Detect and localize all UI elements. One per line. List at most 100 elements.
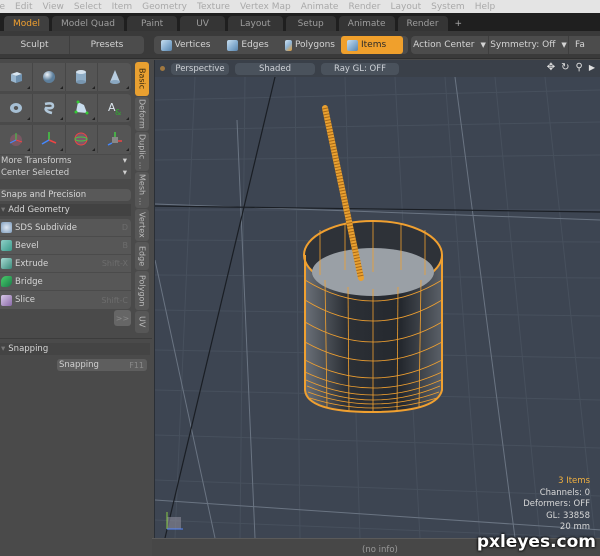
tab-render[interactable]: Render: [397, 16, 448, 31]
presets-button[interactable]: Presets: [70, 36, 144, 54]
menu-file[interactable]: le: [0, 2, 5, 12]
items-label: Items: [361, 40, 387, 50]
menu-render[interactable]: Render: [348, 2, 380, 12]
vtab-polygon[interactable]: Polygon: [135, 270, 149, 311]
vertices-label: Vertices: [174, 40, 211, 50]
transform-row: [0, 125, 131, 154]
viewport-options-dot[interactable]: [160, 66, 165, 71]
torus-tool[interactable]: [0, 94, 33, 122]
pen-tool[interactable]: [66, 94, 99, 122]
shortcut-key: Shift-C: [101, 295, 128, 305]
polygons-icon: [285, 39, 292, 51]
symmetry-dropdown[interactable]: Symmetry: Off ▼: [489, 36, 569, 54]
sphere-tool[interactable]: [33, 63, 66, 91]
snapping-label: Snapping: [59, 360, 99, 370]
cube-icon: [10, 72, 22, 83]
rotate-icon[interactable]: ↻: [561, 62, 569, 74]
bridge-button[interactable]: Bridge: [0, 273, 131, 291]
center-selected-dropdown[interactable]: Center Selected ▾: [0, 167, 131, 179]
move-icon[interactable]: ✥: [547, 62, 555, 74]
viewport-nav-icons: ✥ ↻ ⚲ ▶: [547, 62, 595, 74]
menu-select[interactable]: Select: [74, 2, 102, 12]
tab-model-quad[interactable]: Model Quad: [52, 16, 124, 31]
menu-vertex-map[interactable]: Vertex Map: [240, 2, 291, 12]
move-tool[interactable]: [33, 125, 66, 153]
text-tool[interactable]: A &: [98, 94, 131, 122]
snapping-header-label: Snapping: [8, 344, 49, 354]
3d-viewport[interactable]: Perspective Shaded Ray GL: OFF ✥ ↻ ⚲ ▶ 3…: [154, 60, 600, 538]
zoom-icon[interactable]: ⚲: [576, 62, 583, 74]
tab-uv[interactable]: UV: [180, 16, 225, 31]
action-center-dropdown[interactable]: Action Center ▼: [411, 36, 489, 54]
tab-animate[interactable]: Animate: [338, 16, 395, 31]
chevron-down-icon: ▼: [561, 41, 567, 49]
sculpt-presets-group: Sculpt Presets: [0, 36, 144, 54]
raygl-dropdown[interactable]: Ray GL: OFF: [321, 62, 399, 75]
falloff-dropdown[interactable]: Fa: [569, 36, 600, 54]
scale-tool[interactable]: [98, 125, 131, 153]
items-button[interactable]: Items: [341, 36, 403, 54]
cylinder-tool[interactable]: [66, 63, 99, 91]
shapes-row: A &: [0, 94, 131, 122]
capsule-tool[interactable]: [33, 94, 66, 122]
shortcut-key: F11: [129, 360, 144, 370]
tool-label: Slice: [15, 295, 36, 305]
rotate-tool[interactable]: [66, 125, 99, 153]
shading-dropdown[interactable]: Shaded: [235, 62, 315, 75]
vtab-uv[interactable]: UV: [135, 311, 149, 334]
sculpt-button[interactable]: Sculpt: [0, 36, 70, 54]
axis-gizmo: [166, 512, 183, 530]
shortcut-key: B: [122, 241, 129, 250]
selection-mode-group: Vertices Edges Polygons Items: [154, 36, 408, 54]
vertices-button[interactable]: Vertices: [154, 36, 217, 54]
tab-layout[interactable]: Layout: [227, 16, 283, 31]
scene-info: 3 Items Channels: 0 Deformers: OFF GL: 3…: [523, 476, 590, 534]
spiral-icon: [44, 102, 54, 115]
more-tools-button[interactable]: >>: [114, 310, 131, 326]
pen-shape-icon: [74, 100, 89, 115]
add-tab-button[interactable]: +: [451, 16, 467, 31]
tab-paint[interactable]: Paint: [126, 16, 178, 31]
menu-view[interactable]: View: [42, 2, 63, 12]
sds-subdivide-button[interactable]: SDS Subdivide D: [0, 219, 131, 237]
menu-item[interactable]: Item: [112, 2, 133, 12]
layout-tab-bar: Model Model Quad Paint UV Layout Setup A…: [0, 13, 600, 31]
slice-icon: [1, 294, 12, 306]
add-geometry-header[interactable]: ▾ Add Geometry: [0, 204, 131, 216]
transform-tool[interactable]: [0, 125, 33, 153]
bevel-button[interactable]: Bevel B: [0, 237, 131, 255]
extrude-button[interactable]: Extrude Shift-X: [0, 255, 131, 273]
polygons-button[interactable]: Polygons: [279, 36, 341, 54]
menu-animate[interactable]: Animate: [301, 2, 339, 12]
expand-icon[interactable]: ▶: [589, 62, 595, 74]
snapping-button[interactable]: Snapping F11: [57, 359, 147, 371]
edges-button[interactable]: Edges: [217, 36, 279, 54]
vtab-deform[interactable]: Deform: [135, 96, 149, 131]
tab-setup[interactable]: Setup: [285, 16, 336, 31]
menu-layout[interactable]: Layout: [391, 2, 422, 12]
vtab-edge[interactable]: Edge: [135, 241, 149, 270]
vtab-vertex[interactable]: Vertex: [135, 208, 149, 241]
vtab-basic[interactable]: Basic: [135, 62, 149, 96]
vtab-mesh[interactable]: Mesh ...: [135, 172, 149, 208]
perspective-dropdown[interactable]: Perspective: [171, 62, 229, 75]
bevel-icon: [1, 240, 12, 251]
cone-tool[interactable]: [98, 63, 131, 91]
slice-button[interactable]: Slice Shift-C: [0, 291, 131, 309]
geometry-tool-list: SDS Subdivide D Bevel B Extrude Shift-X Bri…: [0, 219, 131, 309]
snaps-precision-button[interactable]: Snaps and Precision: [0, 189, 131, 201]
rotate-tool-icon: [74, 132, 88, 146]
menu-geometry[interactable]: Geometry: [142, 2, 187, 12]
tool-label: Bridge: [15, 276, 43, 287]
cube-tool[interactable]: [0, 63, 33, 91]
more-transforms-dropdown[interactable]: More Transforms ▾: [0, 155, 131, 167]
vtab-duplicate[interactable]: Duplic ...: [135, 131, 149, 172]
menu-help[interactable]: Help: [475, 2, 496, 12]
snapping-header[interactable]: ▾ Snapping: [0, 343, 150, 355]
menu-texture[interactable]: Texture: [197, 2, 230, 12]
tab-model[interactable]: Model: [4, 16, 50, 31]
cylinder-icon: [76, 70, 87, 84]
menu-system[interactable]: System: [431, 2, 465, 12]
menu-edit[interactable]: Edit: [15, 2, 32, 12]
tool-label: Extrude: [15, 258, 49, 269]
